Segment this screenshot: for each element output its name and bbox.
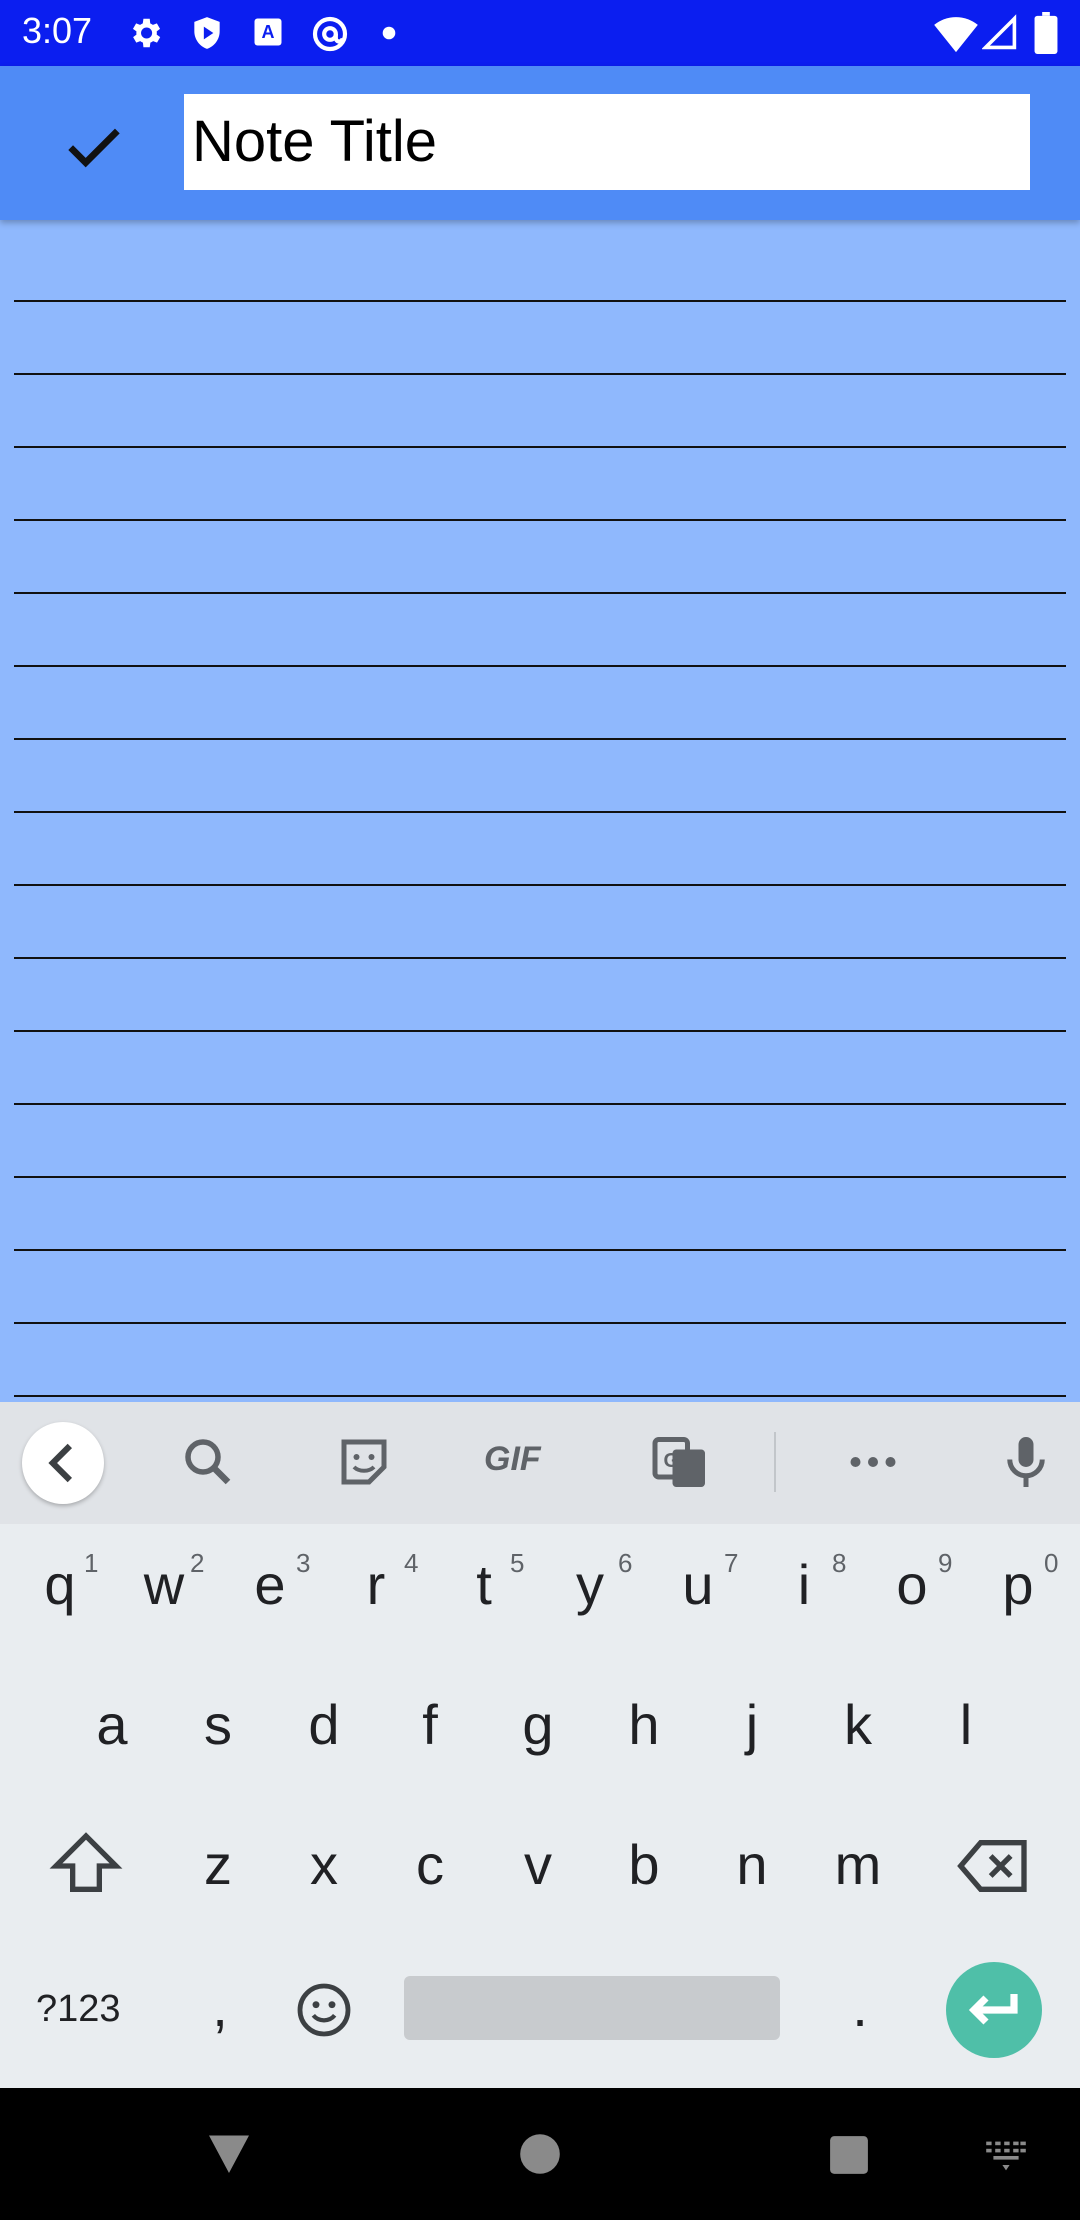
key-f[interactable]: f xyxy=(390,1692,470,1757)
space-key[interactable] xyxy=(404,1976,780,2040)
ruled-line xyxy=(14,957,1066,959)
ruled-line xyxy=(14,373,1066,375)
key-s[interactable]: s xyxy=(178,1692,258,1757)
sticker-icon[interactable] xyxy=(334,1432,394,1492)
key-k[interactable]: k xyxy=(818,1692,898,1757)
ruled-line xyxy=(14,665,1066,667)
ruled-line xyxy=(14,1030,1066,1032)
search-icon[interactable] xyxy=(178,1432,238,1492)
keyboard-back-button[interactable] xyxy=(22,1422,104,1504)
shift-icon[interactable] xyxy=(46,1826,126,1906)
check-icon xyxy=(68,128,120,168)
keyboard-toolbar: GIF G xyxy=(0,1402,1080,1524)
key-hint: 3 xyxy=(296,1548,311,1578)
ruled-line xyxy=(14,592,1066,594)
mic-icon[interactable] xyxy=(996,1432,1056,1492)
key-v[interactable]: v xyxy=(498,1832,578,1897)
ruled-line xyxy=(14,811,1066,813)
settings-icon xyxy=(132,18,161,48)
key-hint: 9 xyxy=(938,1548,953,1578)
note-title-input[interactable] xyxy=(184,94,1030,190)
toolbar-divider xyxy=(774,1432,776,1492)
recents-square-icon[interactable] xyxy=(828,2134,870,2176)
key-h[interactable]: h xyxy=(604,1692,684,1757)
key-hint: 4 xyxy=(404,1548,419,1578)
key-hint: 2 xyxy=(190,1548,205,1578)
svg-text:G: G xyxy=(663,1450,679,1472)
back-triangle-icon[interactable] xyxy=(204,2128,254,2178)
key-d[interactable]: d xyxy=(284,1692,364,1757)
key-z[interactable]: z xyxy=(178,1832,258,1897)
svg-text:A: A xyxy=(262,22,275,42)
ruled-line xyxy=(14,884,1066,886)
keyboard-switch-icon[interactable] xyxy=(984,2138,1028,2174)
dot-icon xyxy=(382,26,396,40)
note-body-editor[interactable] xyxy=(0,220,1080,1402)
font-a-icon: A xyxy=(254,18,282,46)
home-circle-icon[interactable] xyxy=(518,2132,562,2176)
key-m[interactable]: m xyxy=(818,1832,898,1897)
ruled-line xyxy=(14,446,1066,448)
ruled-line xyxy=(14,1249,1066,1251)
gif-icon[interactable]: GIF xyxy=(484,1440,541,1479)
key-hint: 5 xyxy=(510,1548,525,1578)
key-x[interactable]: x xyxy=(284,1832,364,1897)
shield-play-icon xyxy=(194,17,220,49)
key-hint: 1 xyxy=(84,1548,99,1578)
ruled-line xyxy=(14,519,1066,521)
ruled-line xyxy=(14,738,1066,740)
key-hint: 0 xyxy=(1044,1548,1059,1578)
ruled-line xyxy=(14,300,1066,302)
enter-button[interactable] xyxy=(946,1962,1042,2058)
key-hint: 8 xyxy=(832,1548,847,1578)
ruled-line xyxy=(14,1395,1066,1397)
save-note-button[interactable] xyxy=(54,106,134,186)
backspace-icon[interactable] xyxy=(954,1826,1034,1906)
key-g[interactable]: g xyxy=(498,1692,578,1757)
key-j[interactable]: j xyxy=(712,1692,792,1757)
ruled-line xyxy=(14,1103,1066,1105)
soft-keyboard: GIF G q 1 w 2 e 3 r 4 t 5 y 6 u 7 i 8 o … xyxy=(0,1402,1080,2088)
enter-icon xyxy=(968,1994,1018,2025)
at-sign-icon xyxy=(312,16,348,52)
symbols-key[interactable]: ?123 xyxy=(36,1988,121,2031)
emoji-icon[interactable] xyxy=(292,1978,356,2042)
wifi-icon xyxy=(934,17,978,53)
more-icon[interactable] xyxy=(843,1432,903,1492)
key-n[interactable]: n xyxy=(712,1832,792,1897)
key-l[interactable]: l xyxy=(926,1692,1006,1757)
status-bar: 3:07 A xyxy=(0,0,1080,66)
back-chevron-icon xyxy=(48,1443,73,1483)
key-b[interactable]: b xyxy=(604,1832,684,1897)
key-hint: 6 xyxy=(618,1548,633,1578)
status-time: 3:07 xyxy=(22,10,93,51)
key-c[interactable]: c xyxy=(390,1832,470,1897)
translate-icon[interactable]: G xyxy=(650,1432,710,1492)
battery-icon xyxy=(1034,12,1058,54)
key-hint: 7 xyxy=(724,1548,739,1578)
key-comma[interactable]: , xyxy=(180,1974,260,2039)
key-period[interactable]: . xyxy=(820,1974,900,2039)
key-a[interactable]: a xyxy=(72,1692,152,1757)
navigation-bar xyxy=(0,2088,1080,2220)
note-toolbar xyxy=(0,66,1080,220)
ruled-line xyxy=(14,1322,1066,1324)
ruled-line xyxy=(14,1176,1066,1178)
signal-icon xyxy=(982,14,1017,50)
